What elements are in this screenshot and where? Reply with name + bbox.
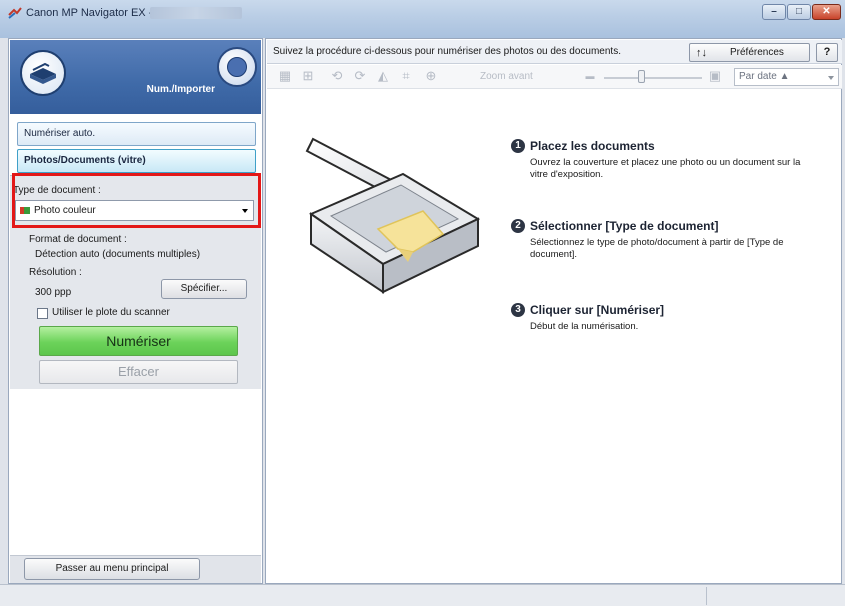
right-panel: Suivez la procédure ci-dessous pour numé… [265,38,842,584]
mode-header: Num./Importer [10,40,261,114]
sort-select[interactable]: Par date ▲ [734,68,839,86]
instruction-bar: Suivez la procédure ci-dessous pour numé… [267,40,842,64]
app-icon [8,7,22,19]
title-bar: Canon MP Navigator EX - – □ ✕ [0,0,845,38]
step-title: Cliquer sur [Numériser] [530,303,665,317]
crop-icon[interactable]: ⌗ [398,69,414,83]
step-description: Sélectionnez le type de photo/document à… [530,237,784,260]
step-title: Sélectionner [Type de document] [530,219,719,233]
use-platen-checkbox[interactable] [37,308,48,319]
scan-button[interactable]: Numériser [39,326,238,356]
status-separator [706,587,707,605]
zoom-in-icon[interactable]: ⊕ [423,69,439,83]
dropdown-arrow-icon [828,76,834,80]
large-thumbnail-icon[interactable]: ▣ [707,69,723,83]
instruction-text: Suivez la procédure ci-dessous pour numé… [273,46,621,57]
tab-photos-documents[interactable]: Photos/Documents (vitre) [17,149,256,173]
close-button[interactable]: ✕ [812,4,841,20]
rotate-left-icon[interactable]: ⟲ [329,69,345,83]
step-number-badge: 2 [511,219,525,233]
left-panel: Num./Importer Numériser auto. Photos/Doc… [8,38,263,584]
preferences-icon: ↑↓ [696,47,707,59]
document-format-label: Format de document : [29,234,127,245]
resolution-value: 300 ppp [35,287,72,298]
left-panel-empty-area [10,389,261,556]
step-description: Début de la numérisation. [530,321,639,332]
app-window: Canon MP Navigator EX - – □ ✕ Num./Impor… [0,0,845,606]
minimize-button[interactable]: – [762,4,786,20]
preferences-button[interactable]: ↑↓ Préférences [689,43,810,62]
step-number-badge: 1 [511,139,525,153]
status-bar [0,584,845,606]
step-description: Ouvrez la couverture et placez une photo… [530,157,801,180]
red-highlight-frame [12,173,261,228]
maximize-button[interactable]: □ [787,4,811,20]
step-title: Placez les documents [530,139,655,153]
slider-thumb[interactable] [638,70,645,83]
main-menu-button[interactable]: Passer au menu principal [24,558,200,580]
grid-small-icon[interactable]: ⊞ [300,69,316,83]
specify-button[interactable]: Spécifier... [161,279,247,299]
rotate-right-icon[interactable]: ⟳ [352,69,368,83]
flip-icon[interactable]: ◭ [375,69,391,83]
tab-auto-scan[interactable]: Numériser auto. [17,122,256,146]
step-number-badge: 3 [511,303,525,317]
toolbar: ▦ ⊞ ⟲ ⟳ ◭ ⌗ ⊕ Zoom avant ▬ ▣ Par date ▲ [267,65,842,89]
resolution-label: Résolution : [29,267,82,278]
help-button[interactable]: ? [816,43,838,62]
grid-large-icon[interactable]: ▦ [277,69,293,83]
thumbnail-size-slider[interactable] [604,77,702,79]
mode-title: Num./Importer [146,84,215,95]
clear-button[interactable]: Effacer [39,360,238,384]
small-thumbnail-icon[interactable]: ▬ [582,69,598,83]
sort-select-value: Par date ▲ [739,71,790,82]
scanner-illustration [305,137,481,294]
zoom-in-label[interactable]: Zoom avant [480,71,533,82]
use-platen-label: Utiliser le plote du scanner [52,307,170,318]
blurred-title-suffix [150,7,242,19]
document-format-value: Détection auto (documents multiples) [35,249,201,260]
use-platen-row[interactable]: Utiliser le plote du scanner [37,307,237,321]
preferences-label: Préférences [730,47,784,58]
mode-switch-icon[interactable] [217,47,257,87]
window-title: Canon MP Navigator EX - [26,7,153,19]
